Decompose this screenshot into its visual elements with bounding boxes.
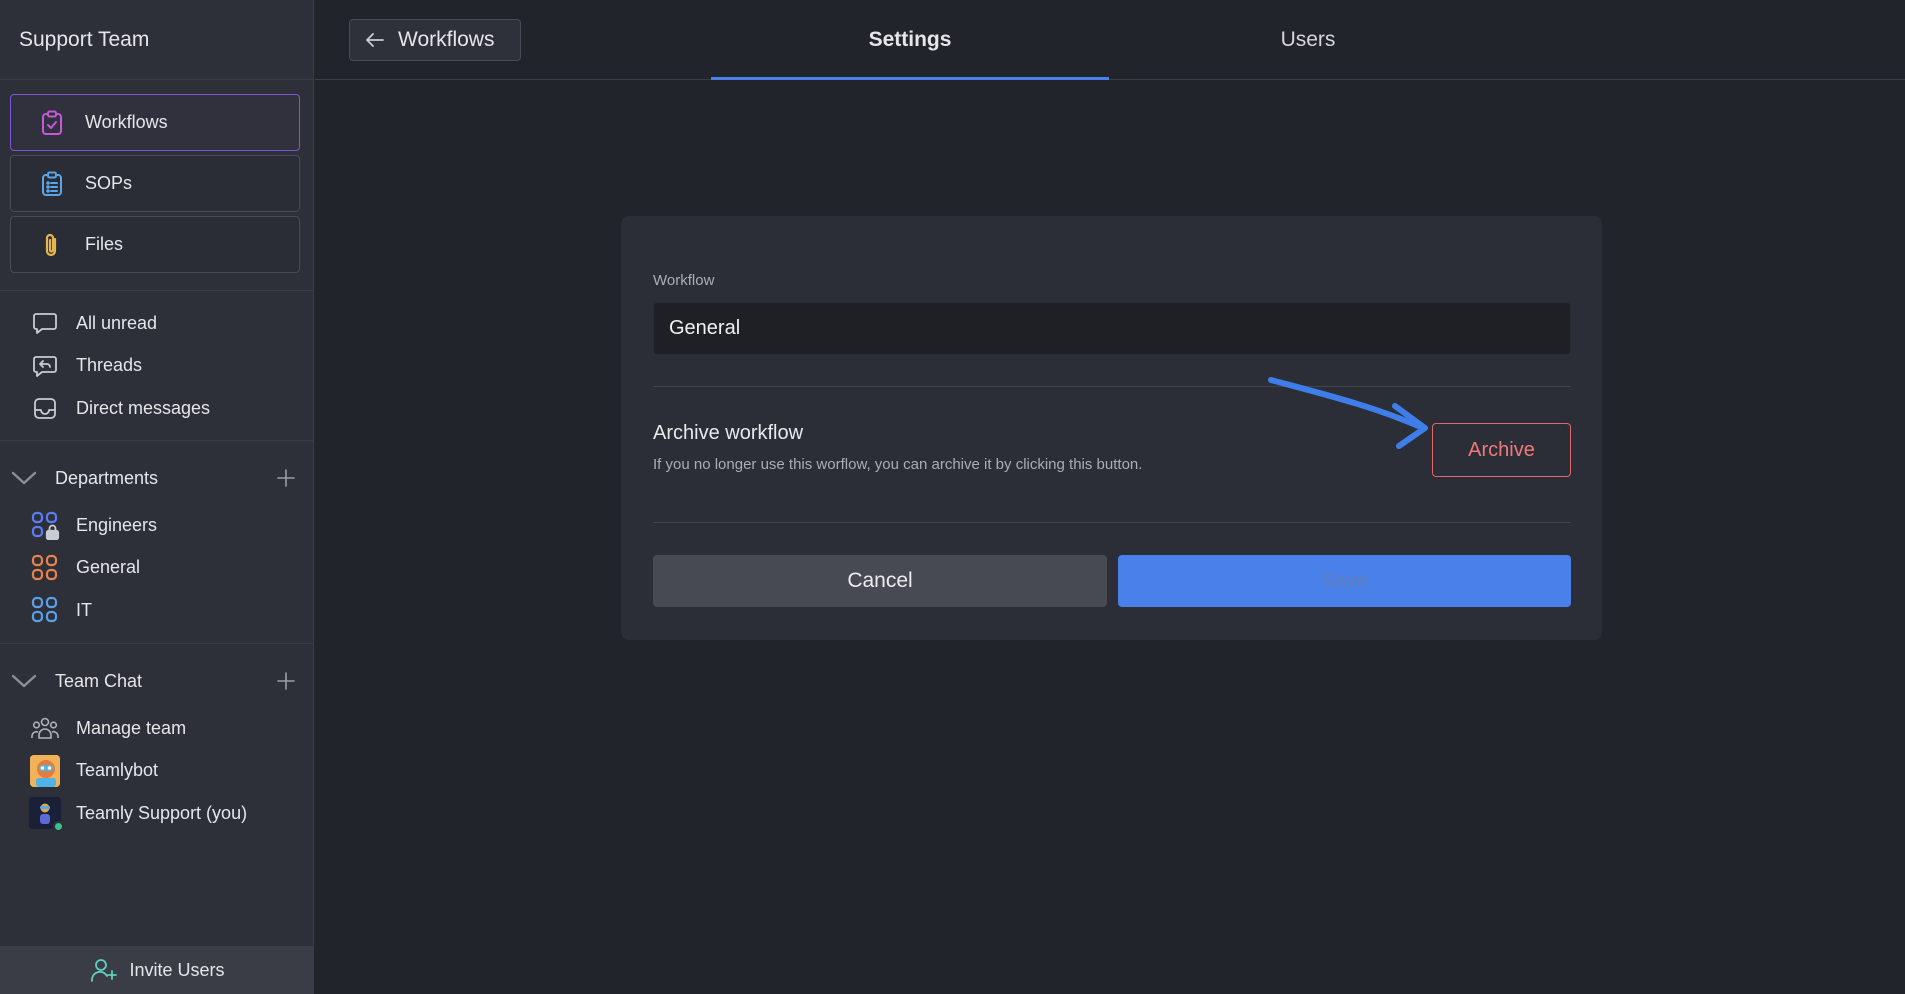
sidebar-divider — [0, 643, 314, 644]
team-chat-title: Team Chat — [55, 670, 143, 691]
invite-users-label: Invite Users — [129, 959, 225, 980]
user-avatar — [29, 797, 64, 833]
department-item-it[interactable]: IT — [0, 589, 314, 632]
sidebar-item-label: Direct messages — [76, 397, 211, 418]
bot-avatar — [30, 754, 60, 787]
departments-header[interactable]: Departments — [0, 458, 314, 498]
arrow-left-icon — [366, 33, 384, 47]
online-status-dot — [53, 821, 64, 833]
department-label: IT — [76, 599, 92, 620]
nav-item-workflows[interactable]: Workflows — [10, 94, 300, 151]
chevron-down-icon — [11, 674, 37, 688]
nav-item-label: Files — [85, 234, 124, 254]
invite-users-button[interactable]: Invite Users — [0, 946, 314, 994]
team-chat-list: Manage team Teamlybot Teamly Support (yo… — [0, 707, 314, 835]
department-label: Engineers — [76, 514, 158, 535]
grid-lock-icon — [30, 510, 60, 541]
workflow-field-label: Workflow — [653, 272, 715, 289]
chat-bubble-icon — [30, 308, 60, 338]
nav-item-files[interactable]: Files — [10, 216, 300, 273]
sidebar-item-threads[interactable]: Threads — [0, 345, 314, 388]
main-nav: Workflows SOPs Files — [10, 94, 300, 277]
chevron-down-icon — [11, 471, 37, 485]
back-to-workflows-button[interactable]: Workflows — [349, 19, 521, 61]
nav-item-sops[interactable]: SOPs — [10, 155, 300, 212]
sidebar-item-all-unread[interactable]: All unread — [0, 302, 314, 345]
tab-label: Settings — [868, 28, 952, 51]
sidebar-divider — [0, 440, 314, 441]
sidebar-item-label: All unread — [76, 312, 158, 333]
plus-icon[interactable] — [276, 468, 296, 488]
sidebar-item-label: Threads — [76, 355, 143, 376]
departments-list: Engineers General IT — [0, 504, 314, 632]
thread-reply-icon — [30, 351, 60, 381]
clipboard-check-icon — [37, 108, 67, 138]
department-item-general[interactable]: General — [0, 547, 314, 590]
people-group-icon — [30, 713, 60, 743]
plus-icon[interactable] — [276, 671, 296, 691]
sidebar: Support Team Workflows SOPs Files All un… — [0, 0, 314, 994]
tab-settings[interactable]: Settings — [711, 0, 1109, 80]
team-header[interactable]: Support Team — [0, 0, 314, 80]
team-chat-label: Manage team — [76, 717, 187, 738]
archive-button[interactable]: Archive — [1432, 423, 1571, 477]
archive-workflow-title: Archive workflow — [653, 422, 804, 444]
inbox-section: All unread Threads Direct messages — [0, 302, 314, 430]
grid-icon — [30, 553, 60, 583]
save-button[interactable]: Save — [1118, 555, 1571, 607]
grid-icon — [30, 595, 60, 625]
card-divider — [653, 522, 1571, 523]
sidebar-divider — [0, 290, 314, 291]
app-window: Support Team Workflows SOPs Files All un… — [0, 0, 1905, 994]
tab-users[interactable]: Users — [1109, 0, 1507, 80]
departments-title: Departments — [55, 467, 159, 488]
top-bar: Workflows Settings Users — [315, 0, 1905, 80]
team-chat-item-teamly-support[interactable]: Teamly Support (you) — [0, 792, 314, 835]
sidebar-item-direct-messages[interactable]: Direct messages — [0, 387, 314, 430]
back-button-label: Workflows — [398, 28, 495, 51]
workflow-name-input[interactable] — [653, 302, 1571, 355]
department-label: General — [76, 557, 141, 578]
clipboard-list-icon — [37, 169, 67, 199]
team-chat-item-manage-team[interactable]: Manage team — [0, 707, 314, 750]
nav-item-label: Workflows — [85, 112, 168, 132]
team-chat-label: Teamly Support (you) — [76, 802, 248, 823]
nav-item-label: SOPs — [85, 173, 133, 193]
team-chat-item-teamlybot[interactable]: Teamlybot — [0, 750, 314, 793]
cancel-button[interactable]: Cancel — [653, 555, 1107, 607]
workflow-settings-card: Workflow Archive workflow If you no long… — [621, 216, 1602, 640]
team-chat-label: Teamlybot — [76, 760, 159, 781]
tab-label: Users — [1280, 28, 1336, 51]
team-name: Support Team — [19, 27, 150, 51]
annotation-arrow-icon — [1268, 377, 1428, 449]
inbox-icon — [30, 393, 60, 423]
archive-workflow-description: If you no longer use this worflow, you c… — [653, 456, 1143, 473]
department-item-engineers[interactable]: Engineers — [0, 504, 314, 547]
team-chat-header[interactable]: Team Chat — [0, 661, 314, 701]
add-user-icon — [91, 959, 118, 982]
paperclip-icon — [37, 230, 67, 260]
active-tab-indicator — [711, 77, 1109, 80]
